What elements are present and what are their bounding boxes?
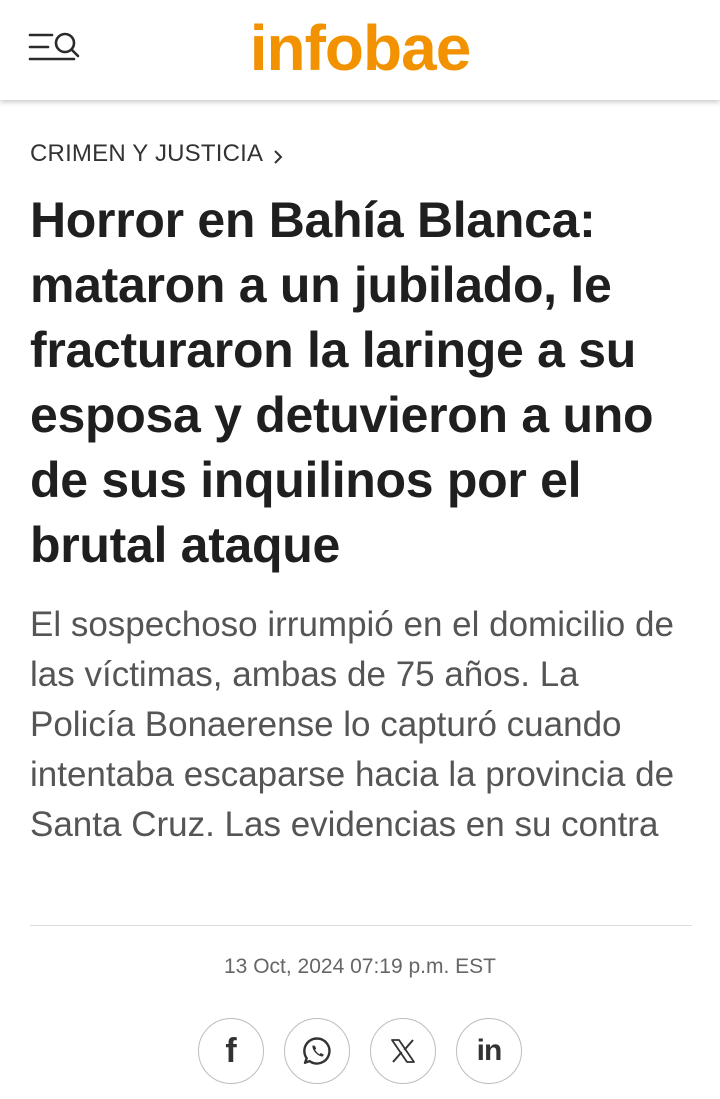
facebook-icon: f	[225, 1031, 237, 1070]
share-facebook-button[interactable]: f	[198, 1018, 264, 1084]
share-bar: f in	[0, 1018, 720, 1084]
divider	[30, 925, 692, 926]
article: CRIMEN Y JUSTICIA Horror en Bahía Blanca…	[30, 100, 692, 850]
linkedin-icon: in	[476, 1034, 503, 1067]
article-summary: El sospechoso irrumpió en el domicilio d…	[30, 605, 675, 844]
whatsapp-icon	[303, 1037, 331, 1065]
top-bar: infobae	[0, 0, 720, 100]
chevron-right-icon	[273, 145, 283, 164]
share-whatsapp-button[interactable]	[284, 1018, 350, 1084]
x-icon	[391, 1039, 415, 1063]
article-headline: Horror en Bahía Blanca: mataron a un jub…	[30, 192, 654, 573]
section-label[interactable]: CRIMEN Y JUSTICIA	[30, 140, 263, 168]
site-logo[interactable]: infobae	[0, 12, 720, 84]
share-x-button[interactable]	[370, 1018, 436, 1084]
share-linkedin-button[interactable]: in	[456, 1018, 522, 1084]
breadcrumb[interactable]: CRIMEN Y JUSTICIA	[30, 140, 692, 168]
publish-date: 13 Oct, 2024 07:19 p.m. EST	[224, 955, 496, 978]
